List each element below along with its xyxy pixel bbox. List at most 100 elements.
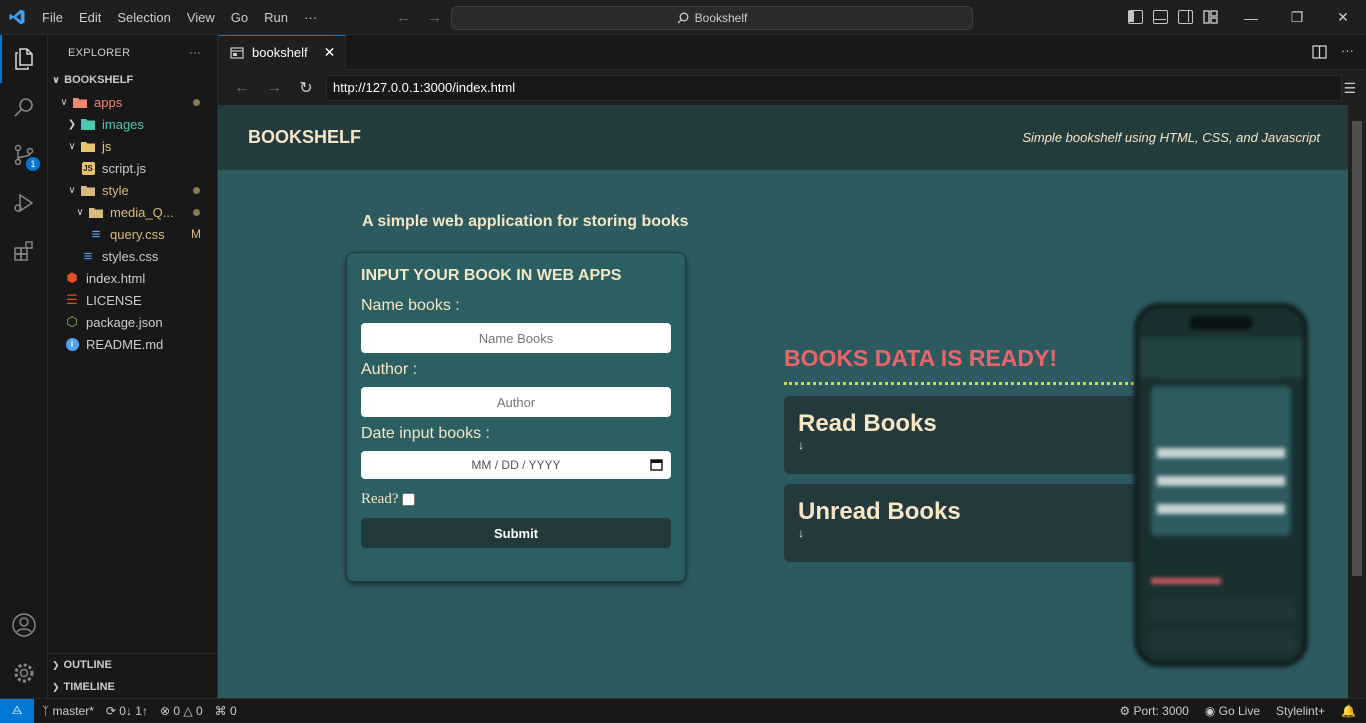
chevron-right-icon: ❯ [67, 118, 77, 130]
notifications-bell-icon[interactable]: 🔔 [1341, 704, 1356, 718]
calendar-icon[interactable] [650, 458, 663, 471]
branch-status[interactable]: ᛉ master* [42, 704, 94, 718]
run-debug-icon[interactable] [0, 179, 48, 227]
date-input[interactable]: MM / DD / YYYY [361, 451, 671, 479]
menu-item-go[interactable]: Go [223, 0, 256, 35]
tree-item-label: js [102, 138, 112, 154]
tree-item-style[interactable]: ∨ style [48, 179, 217, 201]
read-checkbox[interactable] [402, 493, 416, 506]
go-back-icon[interactable]: ← [396, 9, 411, 26]
modified-dot [193, 99, 200, 106]
tree-item-label: package.json [86, 314, 163, 330]
preview-icon [230, 46, 244, 59]
web-subtitle: A simple web application for storing boo… [362, 213, 689, 230]
explorer-icon[interactable] [0, 35, 48, 83]
tree-item-label: style [102, 182, 129, 198]
timeline-section[interactable]: ❯ TIMELINE [48, 676, 218, 698]
arrow-down-icon[interactable]: ↓ [798, 526, 1140, 540]
name-books-input[interactable]: Name Books [361, 323, 671, 353]
toggle-secondary-sidebar-icon[interactable] [1178, 10, 1193, 24]
menu-item-view[interactable]: View [179, 0, 223, 35]
dotted-divider [784, 382, 1134, 385]
go-live-status[interactable]: ◉ Go Live [1205, 704, 1260, 718]
form-title: INPUT YOUR BOOK IN WEB APPS [361, 267, 622, 284]
extensions-icon[interactable] [0, 227, 48, 275]
more-actions-icon[interactable]: ··· [189, 47, 201, 59]
outline-section[interactable]: ❯ OUTLINE [48, 654, 218, 676]
menu-item-edit[interactable]: Edit [71, 0, 109, 35]
ports-count: 0 [229, 703, 237, 718]
search-icon[interactable] [0, 83, 48, 131]
tree-item-license[interactable]: ☰ LICENSE [48, 289, 217, 311]
tree-item-label: query.css [110, 226, 165, 242]
author-input[interactable]: Author [361, 387, 671, 417]
arrow-down-icon[interactable]: ↓ [798, 438, 1140, 452]
tree-item-images[interactable]: ❯ images [48, 113, 217, 135]
go-forward-icon[interactable]: → [427, 9, 442, 26]
close-window-icon[interactable]: ✕ [1320, 0, 1366, 35]
url-text: http://127.0.0.1:3000/index.html [333, 80, 516, 95]
more-actions-icon[interactable]: ··· [1341, 44, 1354, 59]
source-control-icon[interactable]: 1 [0, 131, 48, 179]
tree-item-package-json[interactable]: ⬡ package.json [48, 311, 217, 333]
status-bar: ⨺ ᛉ master* ⟳ 0↓ 1↑ ⊗ 0 △ 0 ⌘ 0 ⚙ Port: … [0, 698, 1366, 723]
menu-item-run[interactable]: Run [256, 0, 296, 35]
problems-status[interactable]: ⊗ 0 △ 0 [160, 704, 203, 718]
menu-item-more[interactable]: ··· [296, 0, 325, 35]
url-bar[interactable]: http://127.0.0.1:3000/index.html [326, 74, 1342, 101]
tree-item-script-js[interactable]: JS script.js [48, 157, 217, 179]
tree-item-js[interactable]: ∨ js [48, 135, 217, 157]
port-status[interactable]: ⚙ Port: 3000 [1119, 704, 1188, 718]
sync-status[interactable]: ⟳ 0↓ 1↑ [106, 704, 148, 718]
restore-icon[interactable]: ❐ [1274, 0, 1320, 35]
info-file-icon: i [64, 336, 80, 352]
toggle-panel-icon[interactable] [1153, 10, 1168, 24]
workspace-root[interactable]: ∨ BOOKSHELF [48, 69, 217, 91]
phone-mockup-image [1134, 303, 1308, 667]
unread-books-shelf: Unread Books ↓ [784, 484, 1154, 562]
go-live-label: Go Live [1218, 703, 1261, 718]
submit-button[interactable]: Submit [361, 518, 671, 548]
ports-status[interactable]: ⌘ 0 [215, 704, 237, 718]
tree-item-label: script.js [102, 160, 147, 176]
author-label: Author : [361, 361, 418, 378]
minimize-icon[interactable]: — [1228, 0, 1274, 35]
manage-gear-icon[interactable] [0, 649, 48, 697]
read-row: Read? [361, 491, 671, 508]
tree-item-index-html[interactable]: ⬢ index.html [48, 267, 217, 289]
book-input-form: INPUT YOUR BOOK IN WEB APPS Name books :… [346, 252, 686, 582]
command-center[interactable]: Bookshelf [451, 6, 973, 30]
split-editor-icon[interactable] [1312, 45, 1327, 59]
modified-flag: M [191, 227, 201, 241]
tree-item-media-q-[interactable]: ∨ media_Q... [48, 201, 217, 223]
npm-file-icon: ⬡ [66, 314, 78, 329]
name-label: Name books : [361, 297, 460, 314]
scrollbar-thumb[interactable] [1352, 121, 1362, 576]
folder-icon [80, 138, 96, 154]
tab-bookshelf[interactable]: bookshelf ✕ [218, 34, 347, 70]
close-tab-icon[interactable]: ✕ [324, 44, 336, 61]
reload-icon[interactable]: ↻ [290, 78, 322, 98]
browser-menu-icon[interactable]: ☰ [1343, 80, 1356, 97]
folder-icon [80, 182, 96, 198]
workspace-root-label: BOOKSHELF [64, 74, 134, 86]
menu-item-file[interactable]: File [34, 0, 71, 35]
menu-item-selection[interactable]: Selection [109, 0, 178, 35]
account-icon[interactable] [0, 601, 48, 649]
toggle-primary-sidebar-icon[interactable] [1128, 10, 1143, 24]
stylelint-status[interactable]: Stylelint+ [1276, 704, 1325, 718]
tree-item-readme-md[interactable]: i README.md [48, 333, 217, 355]
remote-indicator-icon[interactable]: ⨺ [0, 698, 34, 723]
web-scrollbar[interactable] [1348, 105, 1366, 698]
tree-item-label: README.md [86, 336, 164, 352]
tree-item-styles-css[interactable]: ≡ styles.css [48, 245, 217, 267]
editor-actions: ··· [1312, 44, 1354, 59]
browser-back-icon[interactable]: ← [226, 79, 258, 97]
tree-item-apps[interactable]: ∨ apps [48, 91, 217, 113]
tree-item-query-css[interactable]: ≡ query.css M [48, 223, 217, 245]
chevron-down-icon: ∨ [60, 96, 68, 108]
customize-layout-icon[interactable] [1203, 10, 1218, 24]
explorer-title: EXPLORER [68, 46, 131, 59]
browser-forward-icon[interactable]: → [258, 79, 290, 97]
folder-icon [72, 94, 88, 110]
